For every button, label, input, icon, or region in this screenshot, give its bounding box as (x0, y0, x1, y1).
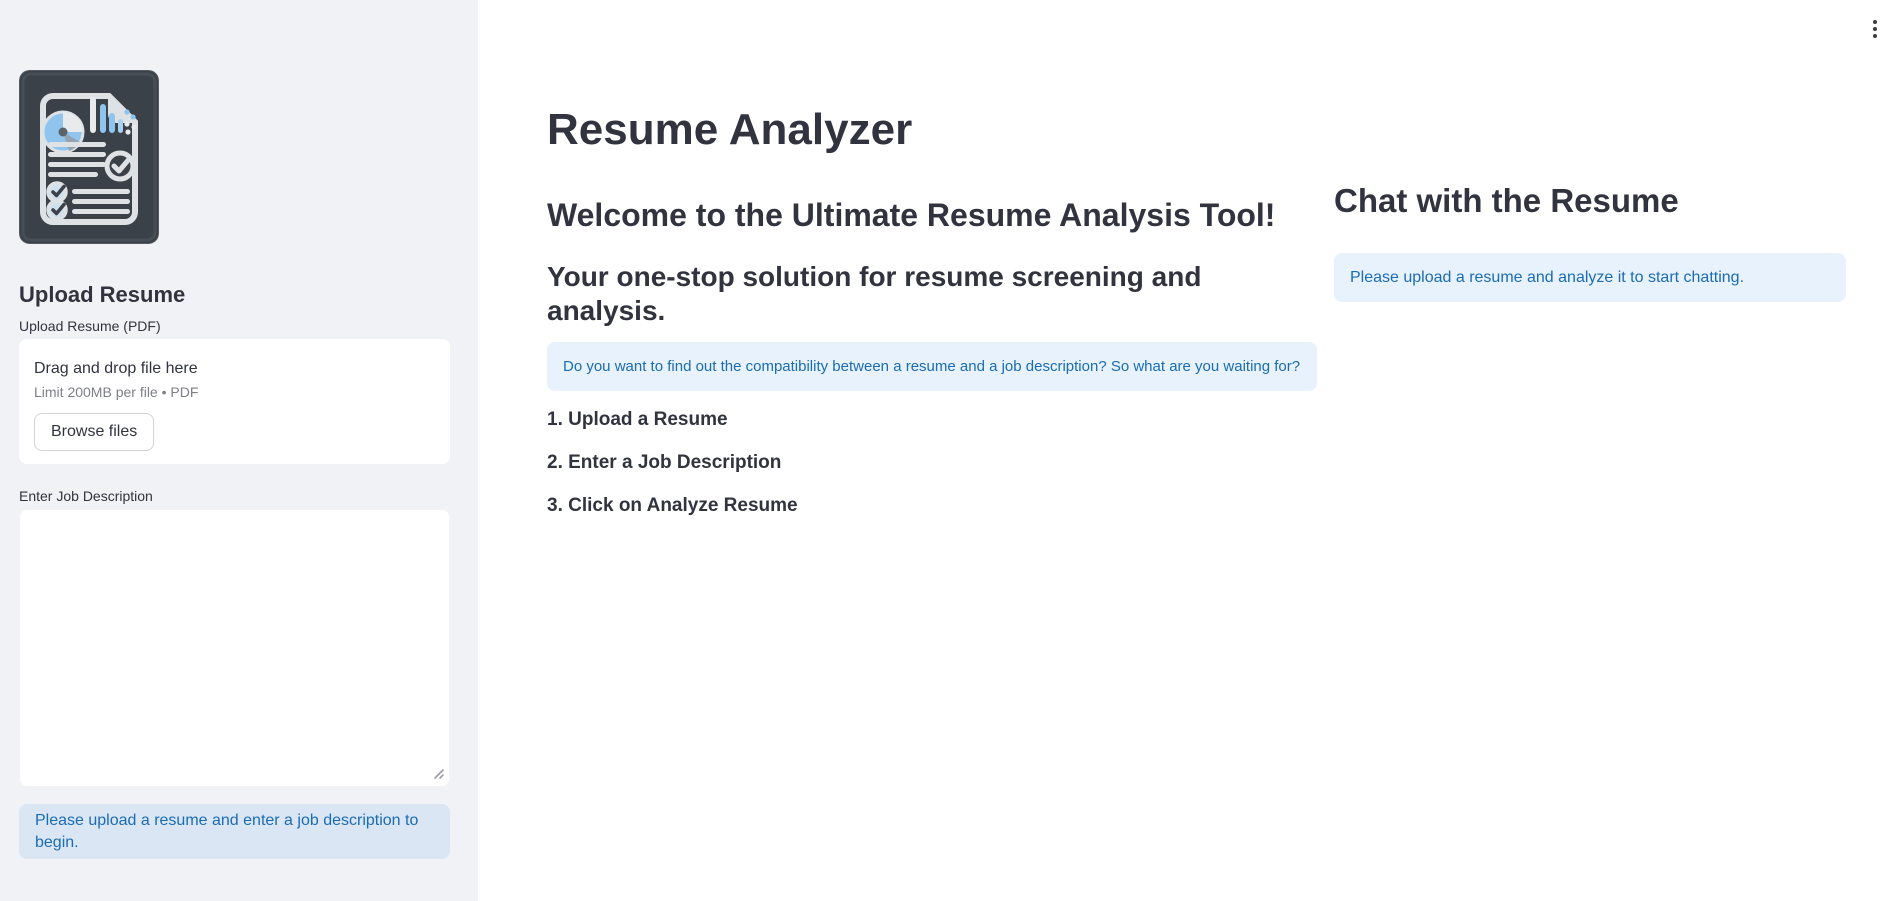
app-root: Upload Resume Upload Resume (PDF) Drag a… (0, 0, 1898, 901)
main-content: Resume Analyzer Welcome to the Ultimate … (478, 0, 1898, 901)
dropzone-title: Drag and drop file here (34, 359, 435, 379)
step-item-2: 2. Enter a Job Description (547, 451, 1317, 475)
browse-files-button[interactable]: Browse files (34, 413, 154, 451)
chat-info-text: Please upload a resume and analyze it to… (1350, 267, 1744, 289)
sidebar-info-text: Please upload a resume and enter a job d… (35, 810, 434, 854)
kebab-dot-icon (1873, 34, 1877, 38)
chat-info-alert: Please upload a resume and analyze it to… (1334, 253, 1846, 302)
job-description-label: Enter Job Description (19, 488, 450, 505)
kebab-dot-icon (1873, 27, 1877, 31)
resume-analyzer-logo-icon (19, 70, 159, 244)
main-info-text: Do you want to find out the compatibilit… (563, 356, 1300, 378)
chat-heading: Chat with the Resume (1334, 181, 1846, 221)
subtitle-heading: Your one-stop solution for resume screen… (547, 260, 1317, 327)
uploader-label: Upload Resume (PDF) (19, 318, 450, 335)
welcome-heading: Welcome to the Ultimate Resume Analysis … (547, 196, 1317, 234)
kebab-dot-icon (1873, 20, 1877, 24)
page-title: Resume Analyzer (547, 104, 1846, 157)
sidebar-heading: Upload Resume (19, 282, 450, 308)
content-columns: Welcome to the Ultimate Resume Analysis … (547, 157, 1846, 519)
job-description-input[interactable] (19, 509, 450, 787)
chat-column: Chat with the Resume Please upload a res… (1334, 157, 1846, 303)
step-item-3: 3. Click on Analyze Resume (547, 494, 1317, 518)
steps-list: 1. Upload a Resume 2. Enter a Job Descri… (547, 408, 1317, 518)
dropzone-limit-hint: Limit 200MB per file • PDF (34, 384, 435, 401)
sidebar-info-alert: Please upload a resume and enter a job d… (19, 804, 450, 859)
step-item-1: 1. Upload a Resume (547, 408, 1317, 432)
welcome-column: Welcome to the Ultimate Resume Analysis … (547, 157, 1317, 519)
resize-handle-icon[interactable] (431, 766, 445, 780)
file-dropzone[interactable]: Drag and drop file here Limit 200MB per … (19, 339, 450, 464)
main-info-alert: Do you want to find out the compatibilit… (547, 342, 1317, 391)
kebab-menu-button[interactable] (1862, 14, 1888, 44)
sidebar: Upload Resume Upload Resume (PDF) Drag a… (0, 0, 478, 901)
job-description-field-wrap (19, 509, 450, 787)
